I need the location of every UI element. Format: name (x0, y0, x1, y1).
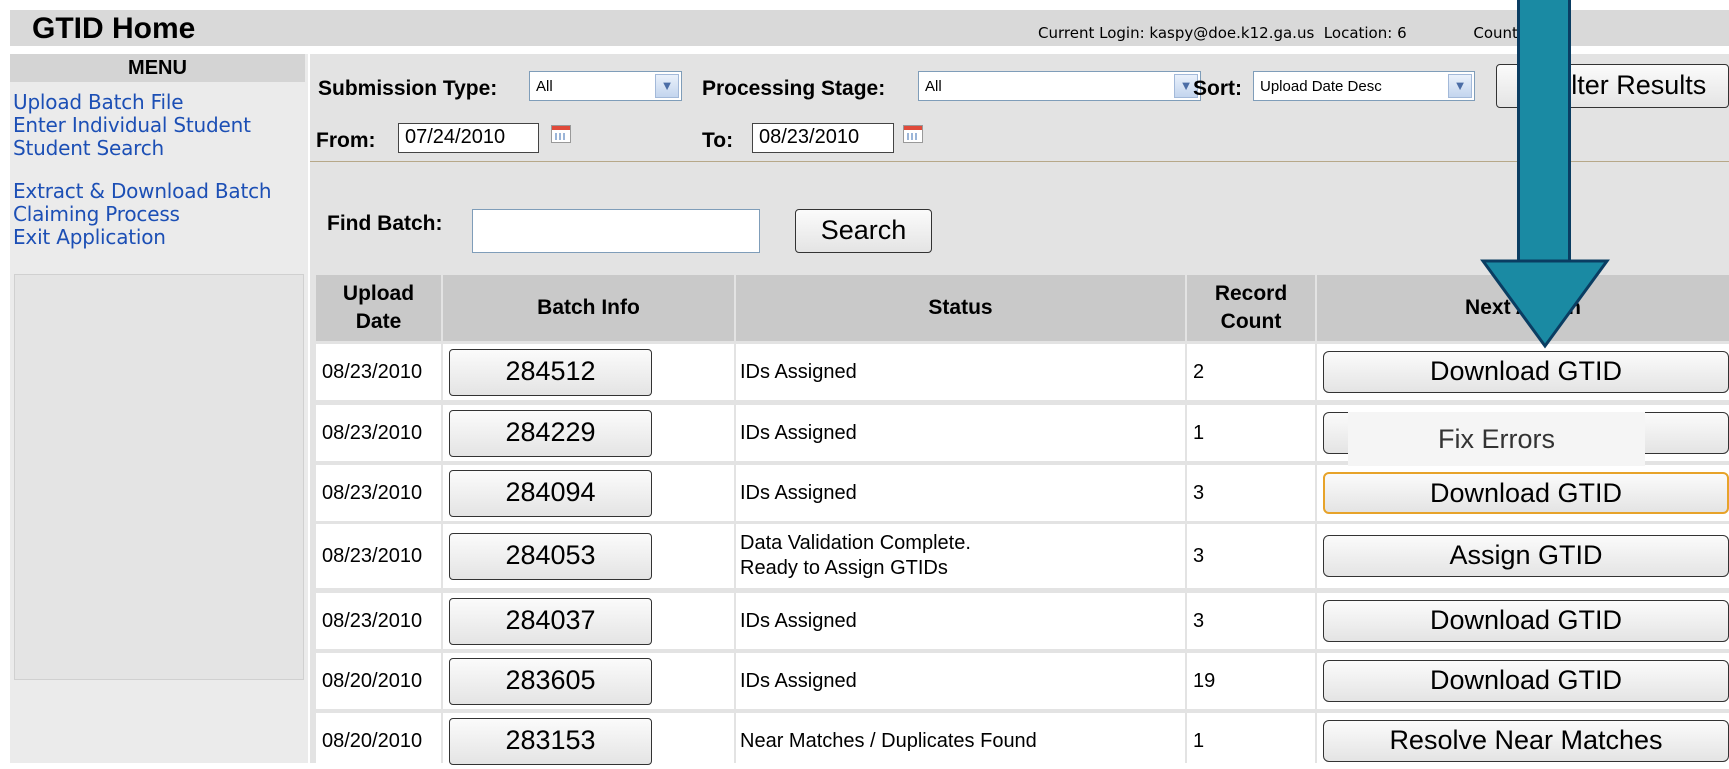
processing-stage-value: All (925, 78, 942, 95)
status-cell: IDs Assigned (736, 344, 1185, 400)
find-batch-label: Find Batch: (327, 212, 443, 235)
submission-type-value: All (536, 78, 553, 95)
processing-stage-label: Processing Stage: (702, 77, 886, 100)
menu-link-exit-application[interactable]: Exit Application (13, 225, 166, 249)
status-cell: IDs Assigned (736, 593, 1185, 649)
record-count-cell: 1 (1187, 713, 1315, 769)
column-header-label: Upload Date (342, 282, 415, 333)
login-info: Current Login: kaspy@doe.k12.ga.us Locat… (1038, 24, 1527, 42)
sidebar-menu: MENU Upload Batch File Enter Individual … (10, 54, 308, 763)
submission-type-label: Submission Type: (318, 77, 498, 100)
column-header-batch-info: Batch Info (443, 275, 734, 341)
status-cell: IDs Assigned (736, 405, 1185, 461)
from-date-label: From: (316, 129, 376, 152)
calendar-icon[interactable] (551, 125, 571, 143)
chevron-down-icon[interactable]: ▼ (655, 74, 679, 98)
record-count-cell: 2 (1187, 344, 1315, 400)
record-count-cell: 3 (1187, 465, 1315, 521)
processing-stage-select[interactable]: All ▼ (918, 71, 1201, 101)
menu-link-claiming-process[interactable]: Claiming Process (13, 202, 180, 226)
record-count-cell: 19 (1187, 653, 1315, 709)
next-action-button[interactable]: Download GTID (1323, 600, 1729, 642)
upload-date-cell: 08/23/2010 (316, 465, 441, 521)
next-action-button[interactable]: Download GTID (1323, 472, 1729, 514)
sort-label: Sort: (1193, 77, 1242, 100)
status-cell: Data Validation Complete. Ready to Assig… (736, 524, 1185, 588)
app-header: GTID Home Current Login: kaspy@doe.k12.g… (10, 10, 1729, 46)
upload-date-cell: 08/23/2010 (316, 405, 441, 461)
menu-empty-panel (14, 274, 304, 680)
menu-heading: MENU (10, 54, 305, 82)
menu-link-upload-batch-file[interactable]: Upload Batch File (13, 90, 184, 114)
batch-number-button[interactable]: 283605 (449, 657, 652, 705)
batch-number-button[interactable]: 284094 (449, 469, 652, 517)
find-batch-input[interactable] (472, 209, 760, 253)
column-header-label: Batch Info (537, 296, 640, 319)
status-cell: IDs Assigned (736, 465, 1185, 521)
fix-errors-callout: Fix Errors (1348, 412, 1645, 466)
search-button[interactable]: Search (795, 209, 932, 253)
menu-link-student-search[interactable]: Student Search (13, 136, 164, 160)
record-count-cell: 1 (1187, 405, 1315, 461)
batch-number-button[interactable]: 284229 (449, 409, 652, 457)
annotation-arrow-head-icon (1480, 259, 1610, 349)
upload-date-cell: 08/23/2010 (316, 344, 441, 400)
to-date-label: To: (702, 129, 734, 152)
sort-value: Upload Date Desc (1260, 78, 1382, 95)
record-count-cell: 3 (1187, 593, 1315, 649)
calendar-icon[interactable] (903, 125, 923, 143)
to-date-input[interactable]: 08/23/2010 (752, 123, 894, 153)
upload-date-cell: 08/20/2010 (316, 713, 441, 769)
page-title: GTID Home (32, 12, 196, 45)
column-header-label: Record Count (1214, 282, 1288, 333)
column-header-status: Status (736, 275, 1185, 341)
menu-link-extract-download-batch[interactable]: Extract & Download Batch (13, 179, 272, 203)
upload-date-cell: 08/20/2010 (316, 653, 441, 709)
next-action-button[interactable]: Assign GTID (1323, 535, 1729, 577)
status-cell: Near Matches / Duplicates Found (736, 713, 1185, 769)
sort-select[interactable]: Upload Date Desc ▼ (1253, 71, 1475, 101)
record-count-cell: 3 (1187, 524, 1315, 588)
upload-date-cell: 08/23/2010 (316, 593, 441, 649)
next-action-button[interactable]: Download GTID (1323, 660, 1729, 702)
batch-number-button[interactable]: 284053 (449, 532, 652, 580)
column-header-label: Status (928, 296, 993, 319)
next-action-button[interactable]: Download GTID (1323, 351, 1729, 393)
menu-link-enter-individual-student[interactable]: Enter Individual Student (13, 113, 251, 137)
from-date-input[interactable]: 07/24/2010 (398, 123, 539, 153)
column-header-record-count: Record Count (1187, 275, 1315, 341)
status-cell: IDs Assigned (736, 653, 1185, 709)
annotation-arrow-shaft (1517, 0, 1571, 272)
batch-number-button[interactable]: 284037 (449, 597, 652, 645)
upload-date-cell: 08/23/2010 (316, 524, 441, 588)
submission-type-select[interactable]: All ▼ (529, 71, 682, 101)
batch-number-button[interactable]: 284512 (449, 348, 652, 396)
batch-number-button[interactable]: 283153 (449, 717, 652, 765)
chevron-down-icon[interactable]: ▼ (1448, 74, 1472, 98)
column-header-upload-date: Upload Date (316, 275, 441, 341)
next-action-button[interactable]: Resolve Near Matches (1323, 720, 1729, 762)
